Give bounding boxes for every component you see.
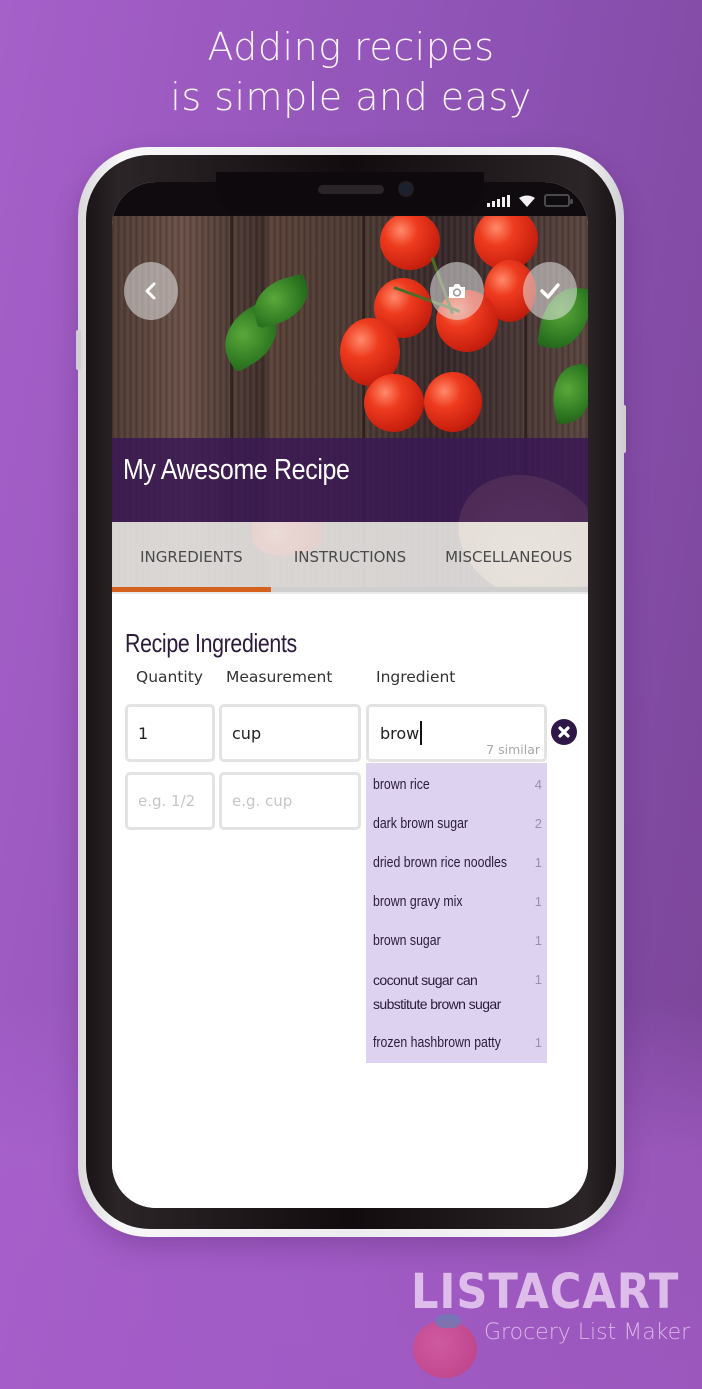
- phone-volume-button: [76, 330, 81, 370]
- recipe-title[interactable]: My Awesome Recipe: [123, 454, 350, 487]
- camera-icon: [449, 284, 465, 298]
- battery-icon: [544, 194, 573, 207]
- camera-button[interactable]: [430, 262, 484, 320]
- measurement-label: Measurement: [226, 668, 333, 686]
- recipe-tabs: INGREDIENTS INSTRUCTIONS MISCELLANEOUS: [112, 522, 588, 594]
- signal-icon: [487, 194, 510, 207]
- section-title: Recipe Ingredients: [125, 628, 297, 658]
- measurement-placeholder: e.g. cup: [232, 792, 293, 810]
- remove-ingredient-button[interactable]: [551, 719, 577, 745]
- chevron-left-icon: [145, 282, 156, 300]
- status-icons: [487, 194, 573, 207]
- brand-name: LISTACART: [411, 1264, 680, 1320]
- new-quantity-input[interactable]: e.g. 1/2: [125, 772, 215, 830]
- tomato-logo-icon: [413, 1320, 477, 1378]
- quantity-label: Quantity: [136, 668, 203, 686]
- back-button[interactable]: [124, 262, 178, 320]
- app-screen: My Awesome Recipe INGREDIENTS INSTRUCTIO…: [112, 182, 588, 1208]
- brand-logo: LISTACART Grocery List Maker: [405, 1262, 695, 1382]
- close-circle-icon: [558, 726, 570, 738]
- brand-tagline: Grocery List Maker: [484, 1320, 691, 1345]
- quantity-input[interactable]: 1: [125, 704, 215, 762]
- suggestion-item[interactable]: brown gravy mix 1: [366, 886, 547, 925]
- suggestion-item[interactable]: dried brown rice noodles 1: [366, 847, 547, 886]
- headline-line-1: Adding recipes: [207, 25, 495, 69]
- suggestion-item[interactable]: brown sugar 1: [366, 925, 547, 964]
- suggestion-item[interactable]: frozen hashbrown patty 1: [366, 1027, 547, 1066]
- tab-instructions[interactable]: INSTRUCTIONS: [271, 522, 430, 594]
- recipe-title-band: My Awesome Recipe: [112, 438, 588, 522]
- suggestion-item[interactable]: dark brown sugar 2: [366, 808, 547, 847]
- phone-side-button: [621, 405, 626, 453]
- suggestion-item[interactable]: brown rice 4: [366, 769, 547, 808]
- quantity-value: 1: [138, 723, 149, 743]
- text-cursor: [420, 721, 423, 745]
- similar-count: 7 similar: [486, 742, 540, 757]
- quantity-placeholder: e.g. 1/2: [138, 792, 196, 810]
- suggestion-item[interactable]: coconut sugar can substitute brown sugar…: [366, 964, 547, 1027]
- ingredient-input[interactable]: brow 7 similar: [366, 704, 547, 762]
- measurement-input[interactable]: cup: [219, 704, 361, 762]
- front-camera: [398, 181, 414, 197]
- promo-headline: Adding recipes is simple and easy: [0, 22, 702, 122]
- new-measurement-input[interactable]: e.g. cup: [219, 772, 361, 830]
- ingredients-panel: Recipe Ingredients Quantity Measurement …: [112, 592, 588, 1208]
- tab-ingredients[interactable]: INGREDIENTS: [112, 522, 271, 594]
- active-tab-indicator: [112, 587, 271, 592]
- ingredient-value: brow: [380, 723, 420, 743]
- headline-line-2: is simple and easy: [170, 75, 532, 119]
- ingredient-label: Ingredient: [376, 668, 456, 686]
- measurement-value: cup: [232, 723, 262, 743]
- checkmark-icon: [540, 283, 560, 299]
- save-button[interactable]: [523, 262, 577, 320]
- phone-speaker: [318, 185, 384, 194]
- tab-miscellaneous[interactable]: MISCELLANEOUS: [429, 522, 588, 594]
- wifi-icon: [519, 195, 535, 207]
- suggestion-dropdown: brown rice 4 dark brown sugar 2 dried br…: [366, 763, 547, 1063]
